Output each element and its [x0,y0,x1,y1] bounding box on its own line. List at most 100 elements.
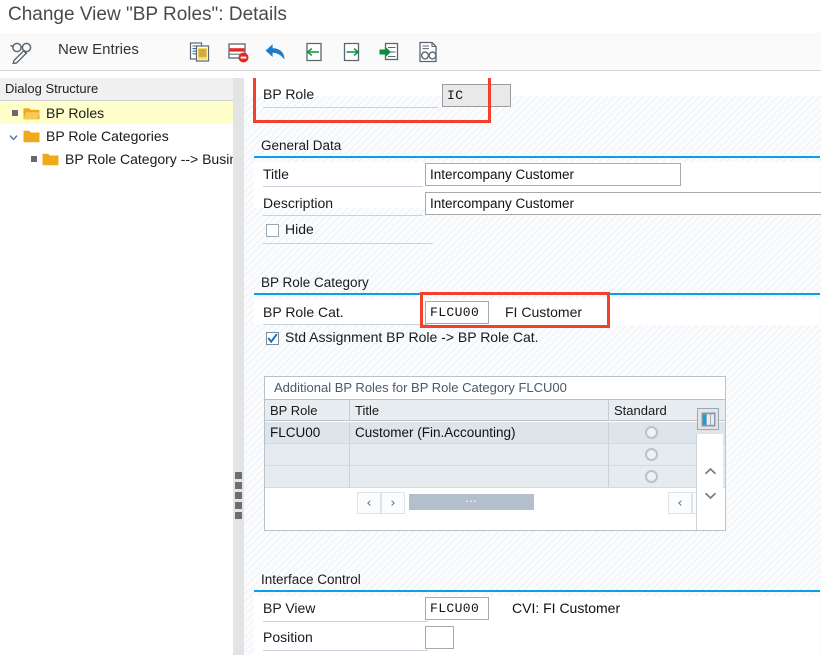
panel-splitter[interactable] [233,78,244,655]
bp-view-underline [263,621,428,622]
position-underline [263,650,428,651]
dialog-structure-tree: BP Roles BP Role Categories BP Role Cate… [0,101,233,170]
toolbar: New Entries [0,33,821,71]
undo-button[interactable] [262,36,290,67]
description-underline [263,215,423,216]
details-form: BP Role IC General Data Title Intercompa… [244,78,821,655]
copy-entry-button[interactable] [186,36,214,67]
next-entry-button[interactable] [338,36,366,67]
undo-icon [265,43,285,59]
scroll-down-button[interactable] [698,484,722,506]
splitter-grip-dot [235,502,242,509]
section-rule [254,156,820,158]
title-bar: Change View "BP Roles": Details [0,0,821,33]
chevron-left-icon: ‹ [677,495,683,511]
cell-title [350,444,609,465]
documentation-button[interactable] [414,36,442,67]
standard-radio[interactable] [645,470,658,483]
description-input[interactable]: Intercompany Customer [425,192,821,215]
additional-bp-roles-table: Additional BP Roles for BP Role Category… [264,376,726,531]
bp-view-label: BP View [263,600,316,616]
page-left-button[interactable]: ‹ [668,492,692,514]
table-caption-text: Additional BP Roles for BP Role Category… [274,380,567,395]
chevron-up-icon [704,467,716,474]
section-rule [254,293,820,295]
splitter-grip-dot [235,482,242,489]
new-entries-button[interactable]: New Entries [58,41,139,58]
table-settings-icon [701,412,715,426]
scroll-right-button[interactable]: › [381,492,405,514]
standard-radio[interactable] [645,426,658,439]
section-rule [254,590,820,592]
sidebar-item-bp-roles[interactable]: BP Roles [0,101,233,124]
description-label: Description [263,195,334,211]
column-header-title[interactable]: Title [350,400,609,421]
check-icon [267,333,278,344]
bp-role-cat-text: FI Customer [505,304,583,320]
sidebar-item-bp-role-category-business[interactable]: BP Role Category --> Busine [0,147,233,170]
table-settings-button[interactable] [697,408,719,430]
delete-entry-icon [228,42,249,62]
chevron-left-icon: ‹ [366,495,372,511]
bp-role-input[interactable]: IC [442,84,511,107]
scroll-up-button[interactable] [698,460,722,482]
tree-bullet-icon [31,155,37,162]
select-entry-icon [379,42,399,60]
hide-underline [263,243,433,244]
title-input[interactable]: Intercompany Customer [425,163,681,186]
cell-standard [609,422,695,443]
table-row[interactable] [265,444,725,466]
bp-view-input[interactable]: FLCU00 [425,597,489,620]
select-entry-button[interactable] [376,36,404,67]
table-caption: Additional BP Roles for BP Role Category… [265,377,725,399]
next-entry-icon [343,42,360,61]
cell-standard [609,466,695,487]
bp-role-cat-input[interactable]: FLCU00 [425,301,489,324]
bp-role-cat-underline [263,324,428,325]
scroll-left-button[interactable]: ‹ [357,492,381,514]
splitter-grip-dot [235,472,242,479]
std-assignment-checkbox[interactable] [266,332,279,345]
dialog-structure-panel: Dialog Structure BP Roles BP Role Catego… [0,78,234,655]
standard-radio[interactable] [645,448,658,461]
table-row[interactable] [265,466,725,488]
delete-entry-button[interactable] [224,36,252,67]
title-underline [263,186,423,187]
sidebar-item-label: BP Role Categories [46,127,169,144]
interface-control-title: Interface Control [261,572,361,587]
bp-role-underline [263,107,438,108]
bp-role-cat-label: BP Role Cat. [263,304,344,320]
splitter-grip-dot [235,512,242,519]
table-vertical-scrollbar[interactable] [696,434,723,530]
bp-role-label: BP Role [263,86,315,102]
documentation-icon [419,41,437,62]
previous-entry-button[interactable] [300,36,328,67]
sidebar-item-bp-role-categories[interactable]: BP Role Categories [0,124,233,147]
chevron-down-icon[interactable] [8,130,19,141]
horizontal-scroll-thumb[interactable]: ⋯ [409,494,534,510]
table-row[interactable]: FLCU00 Customer (Fin.Accounting) [265,422,725,444]
sidebar-item-label: BP Role Category --> Busine [65,150,234,167]
copy-entry-icon [189,41,210,62]
sap-gui-window: Change View "BP Roles": Details New Entr… [0,0,821,655]
page-title: Change View "BP Roles": Details [8,4,287,25]
position-input[interactable] [425,626,454,649]
dialog-structure-header: Dialog Structure [0,78,233,101]
folder-open-icon [23,107,40,119]
column-header-bp-role[interactable]: BP Role [265,400,350,421]
hide-checkbox[interactable] [266,224,279,237]
chevron-down-icon [704,492,716,499]
title-label: Title [263,166,289,182]
folder-icon [42,153,59,165]
bp-role-category-title: BP Role Category [261,275,369,290]
chevron-right-icon: › [390,495,396,511]
display-change-icon [10,42,32,64]
sidebar-item-label: BP Roles [46,104,105,121]
hide-label: Hide [285,221,314,237]
general-data-title: General Data [261,138,342,153]
column-header-standard[interactable]: Standard [609,400,695,421]
cell-standard [609,444,695,465]
position-label: Position [263,629,313,645]
display-change-button[interactable] [6,36,38,67]
bp-view-text: CVI: FI Customer [512,600,621,616]
